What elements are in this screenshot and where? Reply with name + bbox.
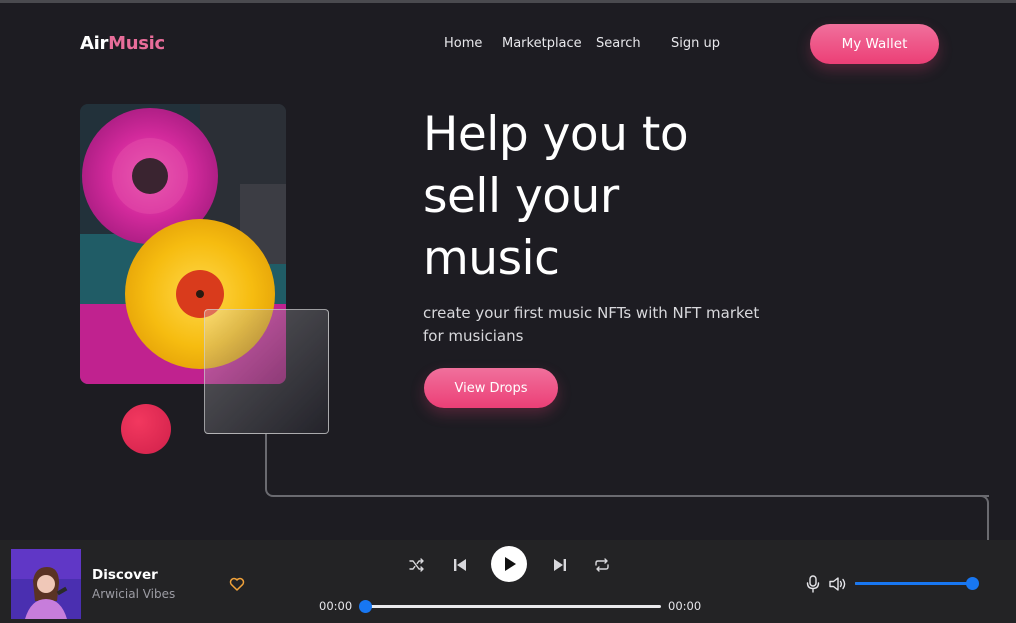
track-artist[interactable]: Arwicial Vibes xyxy=(92,587,175,601)
speaker-icon[interactable] xyxy=(828,576,848,592)
time-current: 00:00 xyxy=(319,599,353,613)
nav-search[interactable]: Search xyxy=(596,36,641,51)
play-icon xyxy=(505,557,516,571)
decorative-red-circle xyxy=(121,404,171,454)
decorative-connector-line xyxy=(265,434,989,497)
my-wallet-button[interactable]: My Wallet xyxy=(810,24,939,64)
logo-part-air: Air xyxy=(80,33,109,54)
headline-line-1: Help you to xyxy=(423,107,689,162)
previous-icon[interactable] xyxy=(451,556,469,574)
volume-slider[interactable] xyxy=(855,582,973,585)
music-player-bar: Discover Arwicial Vibes 00:00 00:00 xyxy=(0,540,1016,623)
page: AirMusic Home Marketplace Search Sign up… xyxy=(0,0,1016,623)
headline-line-2: sell your xyxy=(423,169,619,224)
nav-home[interactable]: Home xyxy=(444,36,482,51)
album-cover[interactable] xyxy=(11,549,81,619)
decorative-connector-line-end xyxy=(979,495,989,542)
progress-handle[interactable] xyxy=(359,600,372,613)
hero-headline: Help you to sell your music xyxy=(423,104,803,290)
time-total: 00:00 xyxy=(668,599,702,613)
track-title[interactable]: Discover xyxy=(92,567,158,583)
decorative-glass-card xyxy=(204,309,329,434)
volume-handle[interactable] xyxy=(966,577,979,590)
progress-slider[interactable] xyxy=(366,605,661,608)
heart-icon[interactable] xyxy=(229,576,245,592)
logo[interactable]: AirMusic xyxy=(80,33,165,54)
top-border xyxy=(0,0,1016,3)
headline-line-3: music xyxy=(423,231,560,286)
logo-part-music: Music xyxy=(108,33,165,54)
nav-marketplace[interactable]: Marketplace xyxy=(502,36,582,51)
hero-subtext: create your first music NFTs with NFT ma… xyxy=(423,304,760,345)
next-icon[interactable] xyxy=(551,556,569,574)
microphone-icon[interactable] xyxy=(805,575,821,593)
repeat-icon[interactable] xyxy=(593,556,611,574)
play-button[interactable] xyxy=(491,546,527,582)
view-drops-button[interactable]: View Drops xyxy=(424,368,558,408)
volume-fill xyxy=(855,582,973,585)
nav-sign-up[interactable]: Sign up xyxy=(671,36,720,51)
shuffle-icon[interactable] xyxy=(408,556,426,574)
